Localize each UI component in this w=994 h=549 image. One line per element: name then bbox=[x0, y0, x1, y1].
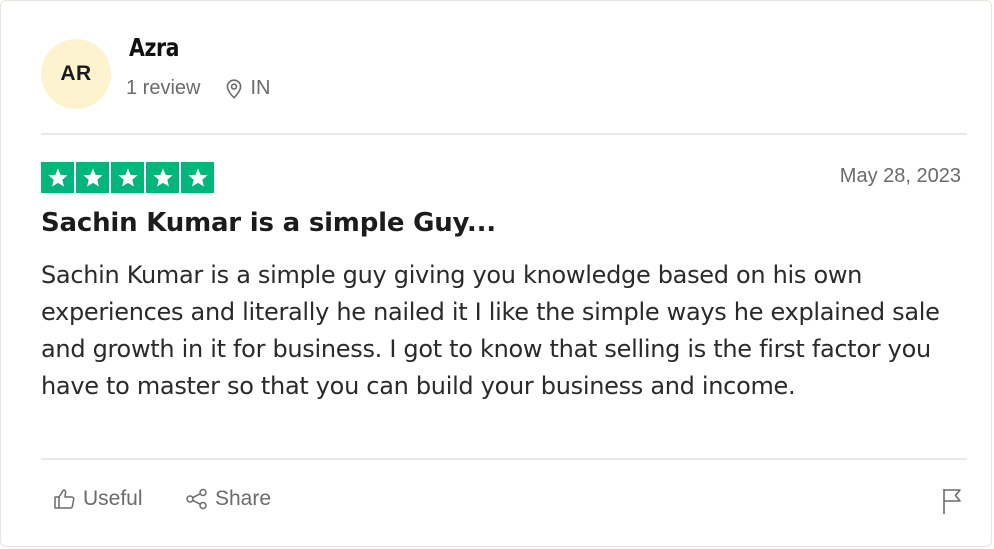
star-icon bbox=[111, 162, 144, 193]
review-body: Sachin Kumar is a simple guy giving you … bbox=[41, 261, 940, 400]
location-pin-icon bbox=[226, 78, 242, 99]
reviewer-country: IN bbox=[250, 77, 271, 99]
header-divider bbox=[41, 133, 967, 135]
review-date: May 28, 2023 bbox=[839, 165, 961, 187]
share-label: Share bbox=[215, 487, 272, 510]
useful-button[interactable]: Useful bbox=[53, 487, 143, 511]
avatar[interactable]: AR bbox=[41, 39, 111, 109]
review-count: 1 review bbox=[126, 77, 201, 99]
thumbs-up-icon bbox=[54, 489, 75, 509]
star-icon bbox=[181, 162, 214, 193]
review-title[interactable]: Sachin Kumar is a simple Guy... bbox=[41, 208, 496, 238]
reviewer-meta: 1 review IN bbox=[126, 77, 270, 100]
share-icon bbox=[186, 488, 207, 510]
review-card: AR Azra 1 review IN May 28, 2023 Sachin … bbox=[0, 0, 992, 547]
star-icon bbox=[76, 162, 109, 193]
useful-label: Useful bbox=[83, 487, 143, 510]
footer-divider bbox=[41, 458, 967, 460]
avatar-initials: AR bbox=[60, 62, 92, 85]
share-button[interactable]: Share bbox=[185, 487, 271, 511]
report-button[interactable] bbox=[941, 487, 963, 520]
star-rating bbox=[41, 162, 214, 193]
flag-icon bbox=[943, 489, 961, 514]
star-icon bbox=[146, 162, 179, 193]
star-icon bbox=[41, 162, 74, 193]
reviewer-name[interactable]: Azra bbox=[129, 33, 180, 62]
